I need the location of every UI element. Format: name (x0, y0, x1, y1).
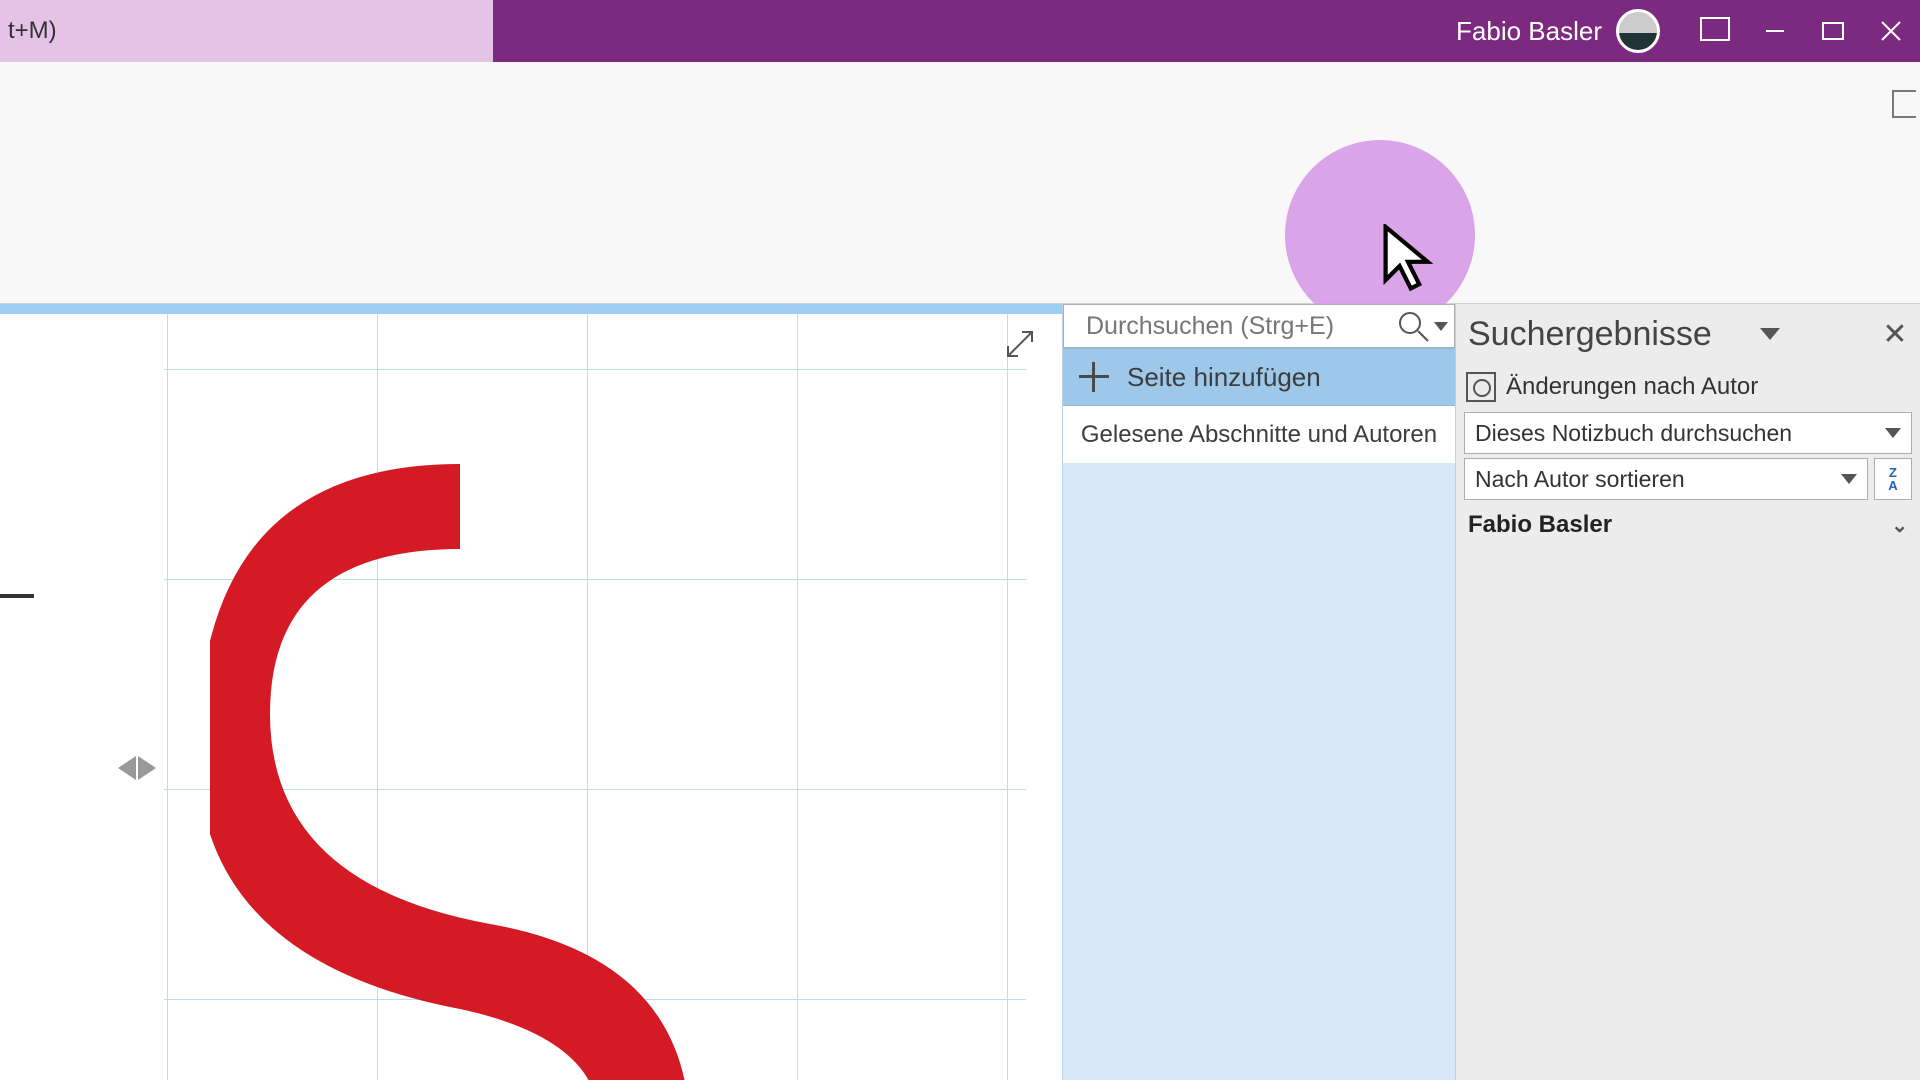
author-name: Fabio Basler (1468, 511, 1612, 539)
expand-page-button[interactable] (1002, 326, 1038, 362)
page-list-empty-area (1063, 464, 1455, 1080)
chevron-down-icon (1885, 428, 1901, 438)
sort-value: Nach Autor sortieren (1475, 466, 1685, 493)
close-panel-button[interactable]: ✕ (1878, 317, 1912, 352)
chevron-down-icon: ⌄ (1891, 513, 1908, 538)
account-name[interactable]: Fabio Basler (1456, 16, 1602, 47)
search-icon[interactable] (1396, 309, 1430, 343)
results-title-dropdown-icon[interactable] (1760, 328, 1780, 340)
canvas-left-gutter (0, 314, 165, 1080)
title-bar: t+M) Fabio Basler (0, 0, 1920, 62)
account-avatar[interactable] (1616, 9, 1660, 53)
minimize-icon (1763, 19, 1787, 43)
tab-fragment-text: t+M) (8, 17, 57, 45)
plus-icon (1077, 360, 1111, 394)
titlebar-tab-fragment[interactable]: t+M) (0, 0, 493, 62)
search-scope-value: Dieses Notizbuch durchsuchen (1475, 420, 1792, 447)
cursor-pointer-icon (1378, 224, 1438, 294)
close-window-button[interactable] (1862, 0, 1920, 62)
workspace: Durchsuchen (Strg+E) Seite hinzufügen Ge… (0, 304, 1920, 1080)
section-tab-strip[interactable] (0, 304, 1062, 314)
sort-select[interactable]: Nach Autor sortieren (1464, 458, 1868, 500)
page-title: Gelesene Abschnitte und Autoren (1081, 421, 1437, 449)
scroll-right-icon[interactable] (138, 756, 156, 780)
search-scope-select[interactable]: Dieses Notizbuch durchsuchen (1464, 412, 1912, 454)
sort-direction-button[interactable]: Z A (1874, 458, 1912, 500)
maximize-button[interactable] (1804, 0, 1862, 62)
search-results-panel: Suchergebnisse ✕ Änderungen nach Autor D… (1456, 304, 1920, 1080)
changes-by-author-label: Änderungen nach Autor (1506, 373, 1758, 401)
search-box[interactable]: Durchsuchen (Strg+E) (1063, 304, 1455, 348)
results-title: Suchergebnisse (1468, 315, 1712, 354)
ribbon-area (0, 62, 1920, 304)
ribbon-display-options-button[interactable] (1688, 0, 1746, 62)
minimize-button[interactable] (1746, 0, 1804, 62)
ink-s-shape (210, 454, 770, 1080)
section-scroll-arrows[interactable] (118, 756, 156, 780)
maximize-icon (1822, 22, 1844, 40)
page-list-item[interactable]: Gelesene Abschnitte und Autoren (1063, 406, 1455, 464)
sort-row: Nach Autor sortieren Z A (1464, 458, 1912, 500)
chevron-down-icon (1841, 474, 1857, 484)
page-list-panel: Durchsuchen (Strg+E) Seite hinzufügen Ge… (1062, 304, 1456, 1080)
sort-a-label: A (1888, 479, 1897, 492)
close-icon (1878, 18, 1904, 44)
scroll-left-icon[interactable] (118, 756, 136, 780)
author-group[interactable]: Fabio Basler ⌄ (1456, 502, 1920, 548)
search-placeholder: Durchsuchen (Strg+E) (1086, 312, 1334, 341)
results-header: Suchergebnisse ✕ (1456, 304, 1920, 364)
add-page-label: Seite hinzufügen (1127, 362, 1321, 393)
changes-by-author-icon (1466, 372, 1496, 402)
fullpage-view-icon[interactable] (1892, 90, 1916, 118)
search-scope-dropdown-icon[interactable] (1434, 322, 1448, 331)
note-canvas[interactable] (0, 304, 1062, 1080)
add-page-button[interactable]: Seite hinzufügen (1063, 348, 1455, 406)
ribbon-display-icon (1704, 21, 1730, 41)
changes-by-author-row[interactable]: Änderungen nach Autor (1456, 364, 1920, 410)
gutter-mark (0, 594, 34, 598)
